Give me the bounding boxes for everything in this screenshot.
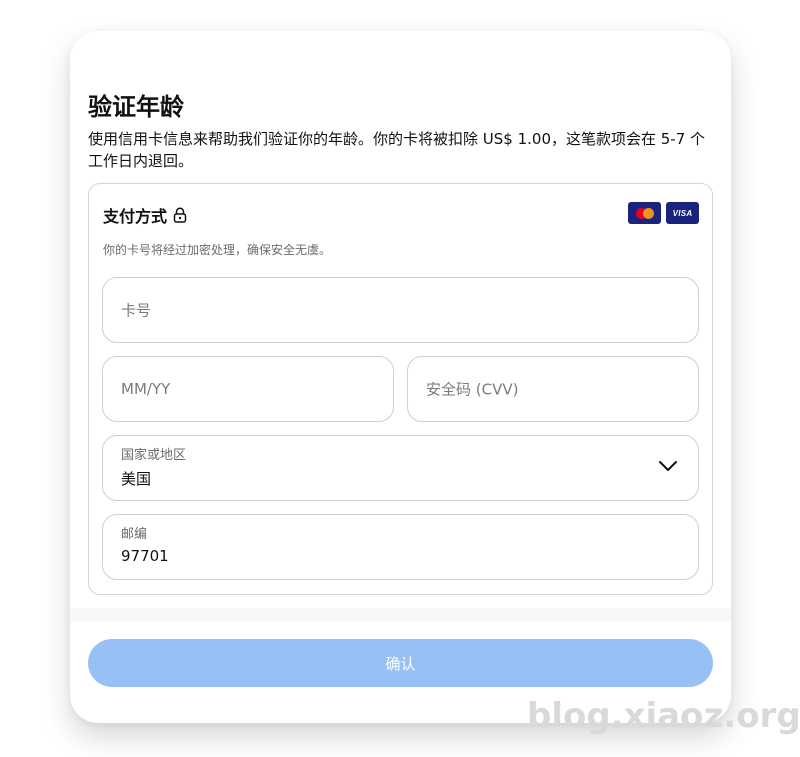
lock-icon (173, 207, 187, 223)
payment-panel: 支付方式 VISA 你的卡号将经过加密处理，确保安全无虞。 卡号 MM/YY 安… (88, 183, 713, 595)
chevron-down-icon (659, 461, 677, 471)
country-label: 国家或地区 (121, 448, 187, 463)
cvv-placeholder: 安全码 (CVV) (426, 380, 519, 399)
cvv-input[interactable]: 安全码 (CVV) (407, 356, 699, 422)
page-title: 验证年龄 (88, 93, 184, 121)
country-select[interactable]: 国家或地区 美国 (102, 435, 699, 501)
secure-note: 你的卡号将经过加密处理，确保安全无虞。 (103, 243, 332, 257)
card-number-placeholder: 卡号 (121, 301, 152, 320)
expiry-placeholder: MM/YY (121, 380, 171, 398)
watermark: blog.xiaoz.org (527, 696, 800, 736)
payment-heading: 支付方式 (103, 203, 187, 227)
mastercard-icon (628, 202, 661, 224)
card-brands: VISA (628, 202, 699, 224)
footer-divider (70, 608, 731, 622)
card-number-input[interactable]: 卡号 (102, 277, 699, 343)
screen: 验证年龄 使用信用卡信息来帮助我们验证你的年龄。你的卡将被扣除 US$ 1.00… (0, 0, 800, 757)
postal-label: 邮编 (121, 527, 148, 542)
postal-value: 97701 (121, 547, 169, 565)
age-verification-dialog: 验证年龄 使用信用卡信息来帮助我们验证你的年龄。你的卡将被扣除 US$ 1.00… (70, 31, 731, 723)
expiry-input[interactable]: MM/YY (102, 356, 394, 422)
country-value: 美国 (121, 470, 152, 488)
postal-code-input[interactable]: 邮编 97701 (102, 514, 699, 580)
description-text: 使用信用卡信息来帮助我们验证你的年龄。你的卡将被扣除 US$ 1.00，这笔款项… (88, 130, 706, 170)
visa-icon: VISA (666, 202, 699, 224)
payment-heading-label: 支付方式 (103, 207, 168, 226)
confirm-button[interactable]: 确认 (88, 639, 713, 687)
visa-label: VISA (672, 208, 693, 218)
